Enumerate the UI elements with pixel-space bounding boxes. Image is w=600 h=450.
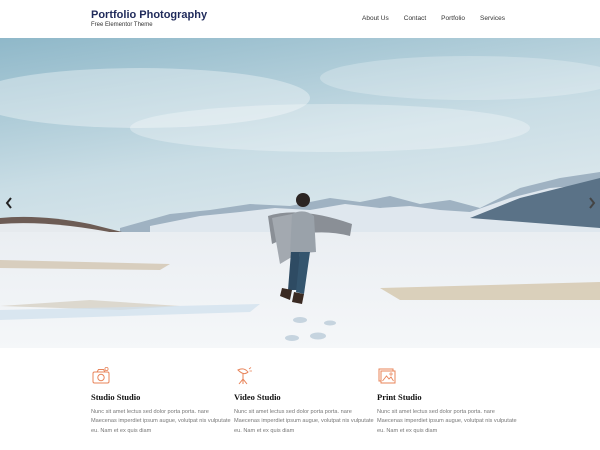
- service-title: Print Studio: [377, 392, 422, 402]
- chevron-left-icon: [5, 197, 12, 209]
- service-title: Studio Studio: [91, 392, 141, 402]
- studio-light-icon: [237, 367, 252, 385]
- nav-item-contact[interactable]: Contact: [404, 15, 426, 23]
- service-description: Nunc sit amet lectus sed dolor porta por…: [377, 409, 517, 434]
- main-nav: About Us Contact Portfolio Services: [362, 15, 505, 23]
- slider-prev-button[interactable]: [4, 196, 14, 210]
- nav-item-about-us[interactable]: About Us: [362, 15, 389, 23]
- service-title: Video Studio: [234, 392, 281, 402]
- chevron-right-icon: [589, 197, 596, 209]
- slider-next-button[interactable]: [587, 196, 597, 210]
- nav-item-portfolio[interactable]: Portfolio: [441, 15, 465, 23]
- camera-icon: [92, 366, 110, 384]
- hero-slider-image: [0, 38, 600, 348]
- nav-item-services[interactable]: Services: [480, 15, 505, 23]
- site-tagline: Free Elementor Theme: [91, 22, 153, 28]
- site-header: Portfolio Photography Free Elementor The…: [0, 0, 600, 38]
- services-section: Studio Studio Nunc sit amet lectus sed d…: [0, 348, 600, 450]
- photos-icon: [378, 368, 396, 384]
- service-description: Nunc sit amet lectus sed dolor porta por…: [91, 409, 231, 434]
- service-description: Nunc sit amet lectus sed dolor porta por…: [234, 409, 374, 434]
- site-title[interactable]: Portfolio Photography: [91, 9, 207, 21]
- hero-photo: [0, 38, 600, 348]
